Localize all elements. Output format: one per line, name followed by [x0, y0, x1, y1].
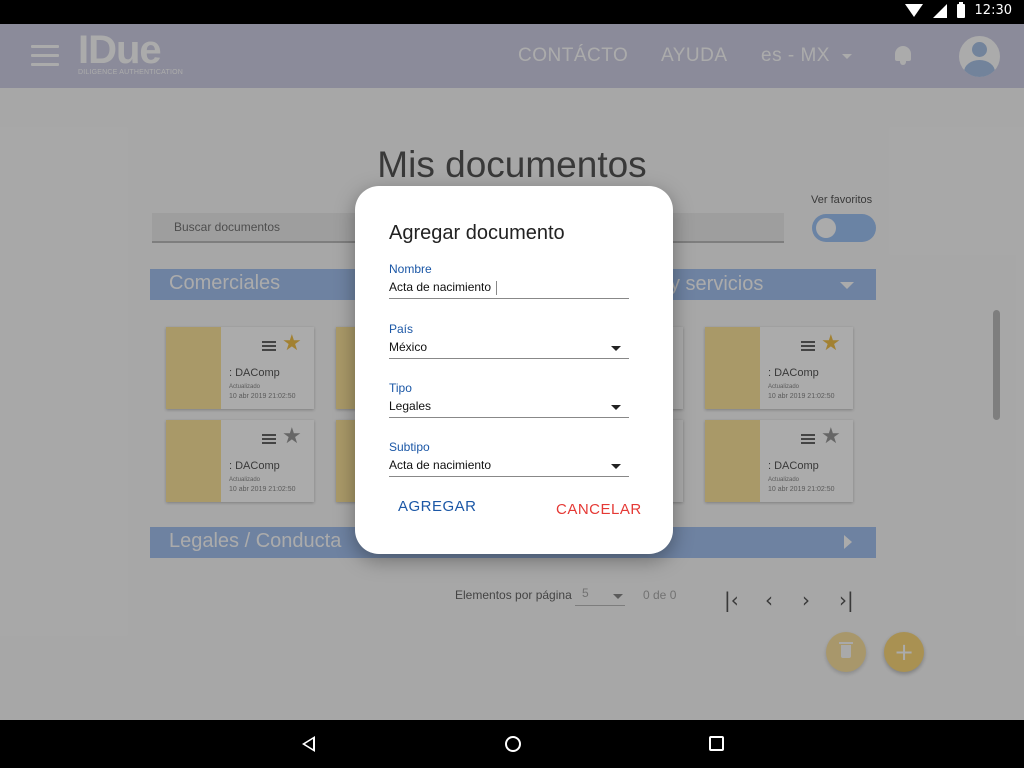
nombre-value: Acta de nacimiento [389, 280, 492, 294]
add-button[interactable]: AGREGAR [398, 498, 477, 515]
chevron-down-icon [611, 346, 621, 351]
wifi-icon [904, 4, 923, 17]
tipo-value: Legales [389, 399, 432, 413]
cancel-button[interactable]: CANCELAR [556, 501, 642, 518]
field-label: País [389, 322, 414, 336]
back-icon[interactable] [302, 736, 315, 752]
home-icon[interactable] [505, 736, 521, 752]
nombre-input[interactable]: Acta de nacimiento [389, 279, 629, 299]
add-document-dialog: Agregar documento Nombre Acta de nacimie… [355, 186, 673, 554]
status-icons: 12:30 [904, 1, 1012, 18]
nombre-field[interactable]: Nombre Acta de nacimiento [389, 262, 629, 299]
subtipo-field[interactable]: Subtipo Acta de nacimiento [389, 440, 629, 477]
pais-select[interactable]: México [389, 339, 629, 359]
chevron-down-icon [611, 405, 621, 410]
subtipo-select[interactable]: Acta de nacimiento [389, 457, 629, 477]
pais-value: México [389, 340, 428, 354]
field-label: Tipo [389, 381, 412, 395]
status-bar: 12:30 [0, 0, 1024, 24]
tipo-field[interactable]: Tipo Legales [389, 381, 629, 418]
subtipo-value: Acta de nacimiento [389, 458, 492, 472]
dialog-title: Agregar documento [389, 222, 565, 244]
status-time: 12:30 [974, 3, 1012, 18]
pais-field[interactable]: País México [389, 322, 629, 359]
signal-icon [932, 3, 947, 18]
recent-apps-icon[interactable] [709, 736, 724, 751]
chevron-down-icon [611, 464, 621, 469]
field-label: Nombre [389, 262, 432, 276]
tipo-select[interactable]: Legales [389, 398, 629, 418]
text-cursor [496, 280, 498, 295]
battery-icon [956, 1, 965, 18]
field-label: Subtipo [389, 440, 430, 454]
